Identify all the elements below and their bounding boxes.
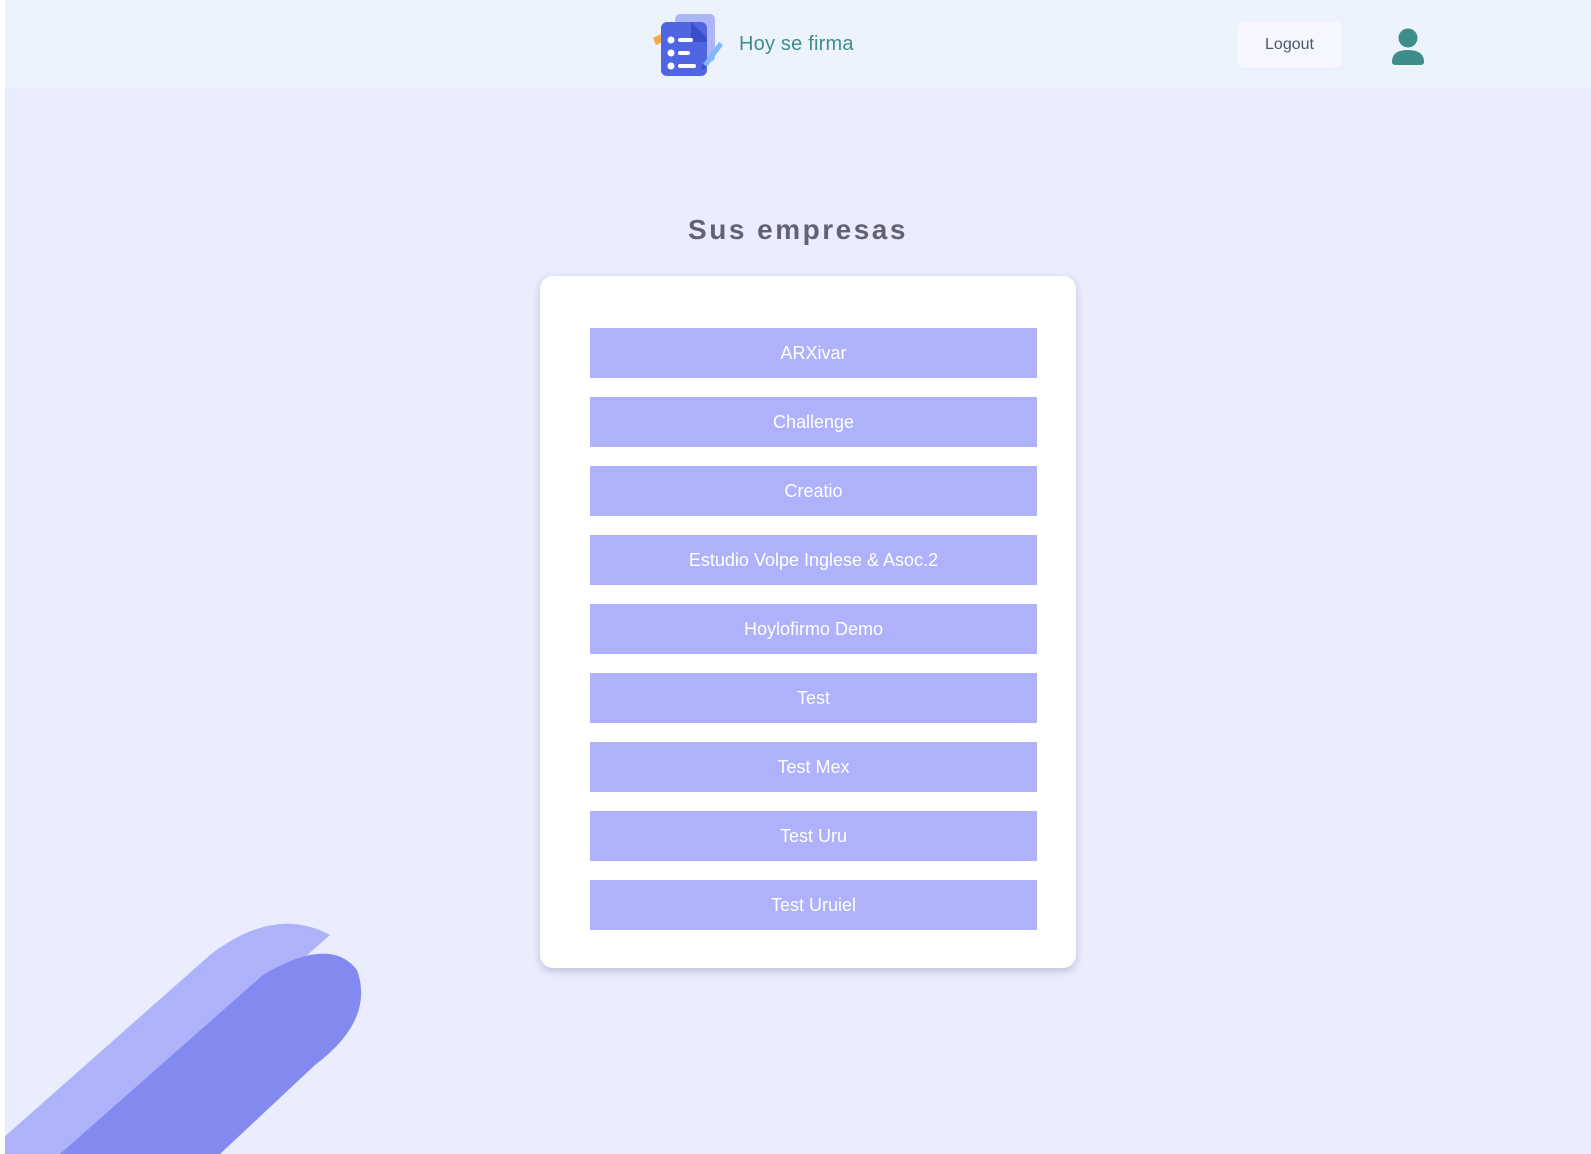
company-button[interactable]: Challenge [590, 397, 1037, 447]
user-avatar-icon[interactable] [1390, 27, 1426, 65]
company-list: ARXivar Challenge Creatio Estudio Volpe … [590, 328, 1037, 949]
companies-card: ARXivar Challenge Creatio Estudio Volpe … [540, 276, 1076, 968]
brand-name: Hoy se firma [739, 32, 854, 55]
company-button[interactable]: Test Uru [590, 811, 1037, 861]
logout-button[interactable]: Logout [1237, 21, 1342, 68]
company-button[interactable]: Test Mex [590, 742, 1037, 792]
brand[interactable]: Hoy se firma [651, 12, 854, 76]
top-header: Hoy se firma Logout [5, 0, 1591, 89]
app-viewport: Hoy se firma Logout Sus empresas ARXivar… [5, 0, 1591, 1154]
company-button[interactable]: Hoylofirmo Demo [590, 604, 1037, 654]
company-button[interactable]: Test [590, 673, 1037, 723]
document-list-pen-icon [653, 14, 723, 76]
company-button[interactable]: Estudio Volpe Inglese & Asoc.2 [590, 535, 1037, 585]
page-title: Sus empresas [688, 214, 908, 245]
company-button[interactable]: Test Uruiel [590, 880, 1037, 930]
company-button[interactable]: Creatio [590, 466, 1037, 516]
company-button[interactable]: ARXivar [590, 328, 1037, 378]
